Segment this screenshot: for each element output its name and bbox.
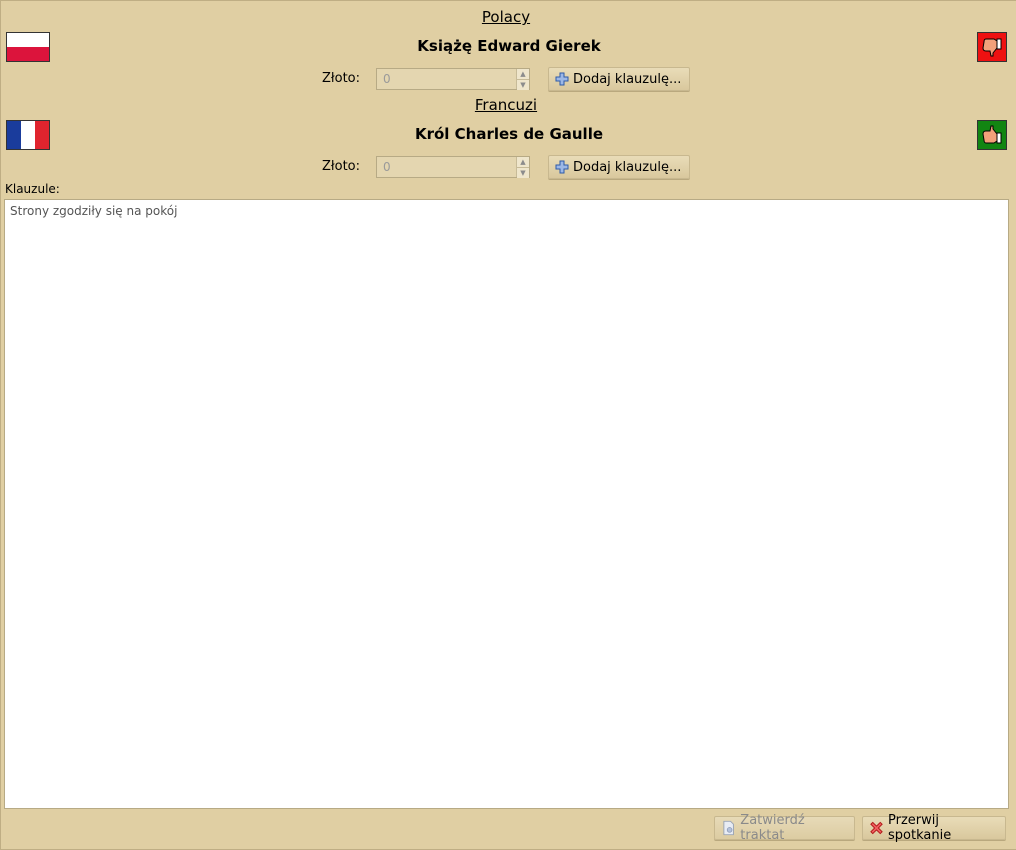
gold-label-2: Złoto: bbox=[322, 159, 360, 174]
gold-label-1: Złoto: bbox=[322, 71, 360, 86]
cancel-meeting-button[interactable]: Przerwij spotkanie bbox=[862, 813, 1006, 843]
leader-name-1: Książę Edward Gierek bbox=[417, 37, 601, 55]
gold-spinner-2[interactable]: 0 ▲ ▼ bbox=[376, 156, 530, 178]
nation-name-2[interactable]: Francuzi bbox=[1, 96, 1011, 114]
add-clause-button-2[interactable]: Dodaj klauzulę... bbox=[548, 155, 690, 179]
leader-name-2: Król Charles de Gaulle bbox=[414, 125, 604, 143]
gold-value-2[interactable]: 0 bbox=[377, 157, 516, 177]
spin-down-icon[interactable]: ▼ bbox=[517, 79, 529, 90]
nation-name-1[interactable]: Polacy bbox=[1, 8, 1011, 26]
cancel-meeting-label: Przerwij spotkanie bbox=[888, 813, 952, 843]
add-clause-button-1[interactable]: Dodaj klauzulę... bbox=[548, 67, 690, 91]
spin-up-icon[interactable]: ▲ bbox=[517, 157, 529, 167]
add-clause-label-2: Dodaj klauzulę... bbox=[573, 159, 682, 175]
add-clause-label-1: Dodaj klauzulę... bbox=[573, 71, 682, 87]
thumbs-up-icon bbox=[977, 120, 1007, 150]
plus-icon bbox=[555, 72, 569, 86]
spin-down-icon[interactable]: ▼ bbox=[517, 167, 529, 178]
plus-icon bbox=[555, 160, 569, 174]
diplomacy-dialog: Polacy Książę Edward Gierek Złoto: 0 ▲ ▼… bbox=[0, 0, 1016, 850]
accept-treaty-button[interactable]: Zatwierdź traktat bbox=[714, 813, 855, 843]
list-item[interactable]: Strony zgodziły się na pokój bbox=[5, 200, 1008, 222]
close-icon bbox=[870, 821, 883, 835]
clauses-list[interactable]: Strony zgodziły się na pokój bbox=[4, 199, 1009, 809]
document-icon bbox=[723, 820, 734, 836]
accept-treaty-label: Zatwierdź traktat bbox=[740, 813, 805, 843]
clauses-label: Klauzule: bbox=[5, 182, 60, 196]
thumbs-down-icon bbox=[977, 32, 1007, 62]
gold-value-1[interactable]: 0 bbox=[377, 69, 516, 89]
spin-up-icon[interactable]: ▲ bbox=[517, 69, 529, 79]
gold-spinner-1[interactable]: 0 ▲ ▼ bbox=[376, 68, 530, 90]
